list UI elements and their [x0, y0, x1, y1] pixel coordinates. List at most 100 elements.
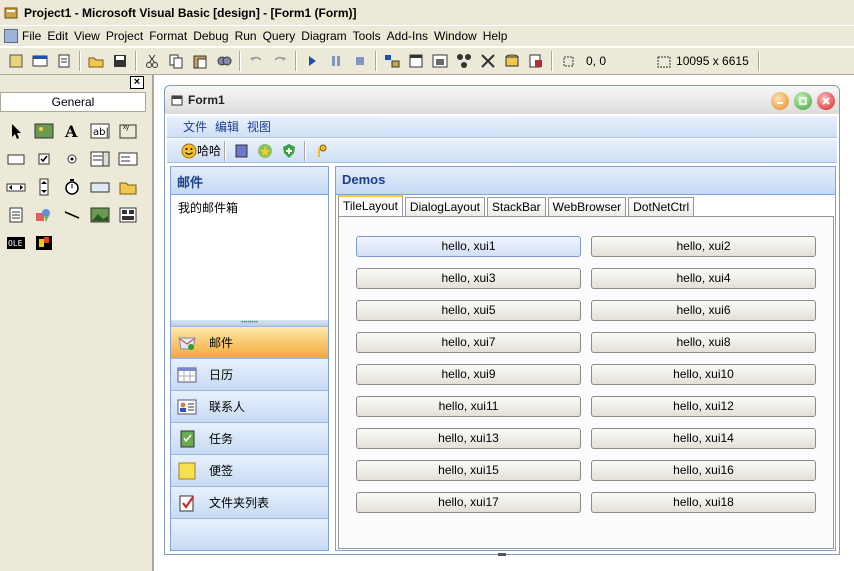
- nav-mail[interactable]: 邮件: [171, 326, 328, 358]
- open-icon[interactable]: [86, 51, 106, 71]
- menu-addins[interactable]: Add-Ins: [387, 29, 428, 43]
- close-button[interactable]: [817, 92, 835, 110]
- xui-button-4[interactable]: hello, xui4: [591, 268, 816, 289]
- nav-notes[interactable]: 便签: [171, 454, 328, 486]
- form-resize-handle[interactable]: [498, 553, 506, 556]
- shape-icon[interactable]: [30, 201, 58, 229]
- form-menu-edit[interactable]: 编辑: [215, 118, 239, 135]
- xui-button-10[interactable]: hello, xui10: [591, 364, 816, 385]
- paste-icon[interactable]: [190, 51, 210, 71]
- hscrollbar-icon[interactable]: [2, 173, 30, 201]
- nav-tasks[interactable]: 任务: [171, 422, 328, 454]
- key-icon[interactable]: [311, 141, 331, 161]
- maximize-button[interactable]: [794, 92, 812, 110]
- component-manager-icon[interactable]: [526, 51, 546, 71]
- cut-icon[interactable]: [142, 51, 162, 71]
- menu-file[interactable]: File: [4, 29, 41, 43]
- form-layout-icon[interactable]: [430, 51, 450, 71]
- menu-format[interactable]: Format: [149, 29, 187, 43]
- nav-contacts[interactable]: 联系人: [171, 390, 328, 422]
- add-project-icon[interactable]: [6, 51, 26, 71]
- xui-button-13[interactable]: hello, xui13: [356, 428, 581, 449]
- timer-icon[interactable]: [58, 173, 86, 201]
- properties-icon[interactable]: [406, 51, 426, 71]
- undo-icon[interactable]: [246, 51, 266, 71]
- tab-dotnetctrl[interactable]: DotNetCtrl: [628, 197, 695, 217]
- menu-tools[interactable]: Tools: [353, 29, 381, 43]
- xui-button-3[interactable]: hello, xui3: [356, 268, 581, 289]
- custom-control-icon[interactable]: [30, 229, 58, 257]
- xui-button-18[interactable]: hello, xui18: [591, 492, 816, 513]
- toolbox-icon[interactable]: [478, 51, 498, 71]
- xui-button-14[interactable]: hello, xui14: [591, 428, 816, 449]
- smile-icon[interactable]: 哈哈: [181, 142, 221, 159]
- minimize-button[interactable]: [771, 92, 789, 110]
- object-browser-icon[interactable]: [454, 51, 474, 71]
- break-icon[interactable]: [326, 51, 346, 71]
- find-icon[interactable]: [214, 51, 234, 71]
- toolbox-close-button[interactable]: ×: [130, 76, 144, 89]
- xui-button-9[interactable]: hello, xui9: [356, 364, 581, 385]
- menu-run[interactable]: Run: [235, 29, 257, 43]
- frame-icon[interactable]: xy: [114, 117, 142, 145]
- menu-edit[interactable]: Edit: [47, 29, 68, 43]
- nav-folder-list[interactable]: 文件夹列表: [171, 486, 328, 518]
- menu-debug[interactable]: Debug: [193, 29, 228, 43]
- copy-icon[interactable]: [166, 51, 186, 71]
- image-icon[interactable]: [86, 201, 114, 229]
- book-icon[interactable]: [231, 141, 251, 161]
- xui-button-16[interactable]: hello, xui16: [591, 460, 816, 481]
- tab-dialoglayout[interactable]: DialogLayout: [404, 197, 485, 217]
- data-view-icon[interactable]: [502, 51, 522, 71]
- tab-stackbar[interactable]: StackBar: [486, 197, 546, 217]
- label-icon[interactable]: A: [58, 117, 86, 145]
- xui-button-1[interactable]: hello, xui1: [356, 236, 581, 257]
- xui-button-15[interactable]: hello, xui15: [356, 460, 581, 481]
- drivelistbox-icon[interactable]: [86, 173, 114, 201]
- xui-button-6[interactable]: hello, xui6: [591, 300, 816, 321]
- menu-window[interactable]: Window: [434, 29, 477, 43]
- menu-project[interactable]: Project: [106, 29, 143, 43]
- xui-button-7[interactable]: hello, xui7: [356, 332, 581, 353]
- optionbutton-icon[interactable]: [58, 145, 86, 173]
- xui-button-12[interactable]: hello, xui12: [591, 396, 816, 417]
- xui-button-5[interactable]: hello, xui5: [356, 300, 581, 321]
- filelistbox-icon[interactable]: [2, 201, 30, 229]
- menu-help[interactable]: Help: [483, 29, 508, 43]
- textbox-icon[interactable]: ab|: [86, 117, 114, 145]
- xui-button-8[interactable]: hello, xui8: [591, 332, 816, 353]
- tab-webbrowser[interactable]: WebBrowser: [547, 197, 627, 217]
- vscrollbar-icon[interactable]: [30, 173, 58, 201]
- mailbox-item[interactable]: 我的邮件箱: [171, 195, 328, 320]
- pointer-icon[interactable]: [2, 117, 30, 145]
- star-icon[interactable]: [255, 141, 275, 161]
- combobox-icon[interactable]: [86, 145, 114, 173]
- data-icon[interactable]: [114, 201, 142, 229]
- ole-icon[interactable]: OLE: [2, 229, 30, 257]
- menu-query[interactable]: Query: [263, 29, 296, 43]
- shield-icon[interactable]: [279, 141, 299, 161]
- xui-button-17[interactable]: hello, xui17: [356, 492, 581, 513]
- project-explorer-icon[interactable]: [382, 51, 402, 71]
- dirlistbox-icon[interactable]: [114, 173, 142, 201]
- menu-diagram[interactable]: Diagram: [301, 29, 346, 43]
- redo-icon[interactable]: [270, 51, 290, 71]
- menu-view[interactable]: View: [74, 29, 100, 43]
- menu-editor-icon[interactable]: [54, 51, 74, 71]
- tab-tilelayout[interactable]: TileLayout: [338, 195, 403, 217]
- listbox-icon[interactable]: [114, 145, 142, 173]
- commandbutton-icon[interactable]: [2, 145, 30, 173]
- end-icon[interactable]: [350, 51, 370, 71]
- start-icon[interactable]: [302, 51, 322, 71]
- add-form-icon[interactable]: [30, 51, 50, 71]
- save-icon[interactable]: [110, 51, 130, 71]
- line-icon[interactable]: [58, 201, 86, 229]
- checkbox-icon[interactable]: [30, 145, 58, 173]
- nav-calendar[interactable]: 日历: [171, 358, 328, 390]
- form-menu-file[interactable]: 文件: [183, 118, 207, 135]
- toolbox-general-tab[interactable]: General: [0, 92, 146, 112]
- xui-button-2[interactable]: hello, xui2: [591, 236, 816, 257]
- xui-button-11[interactable]: hello, xui11: [356, 396, 581, 417]
- picturebox-icon[interactable]: [30, 117, 58, 145]
- form-menu-view[interactable]: 视图: [247, 118, 271, 135]
